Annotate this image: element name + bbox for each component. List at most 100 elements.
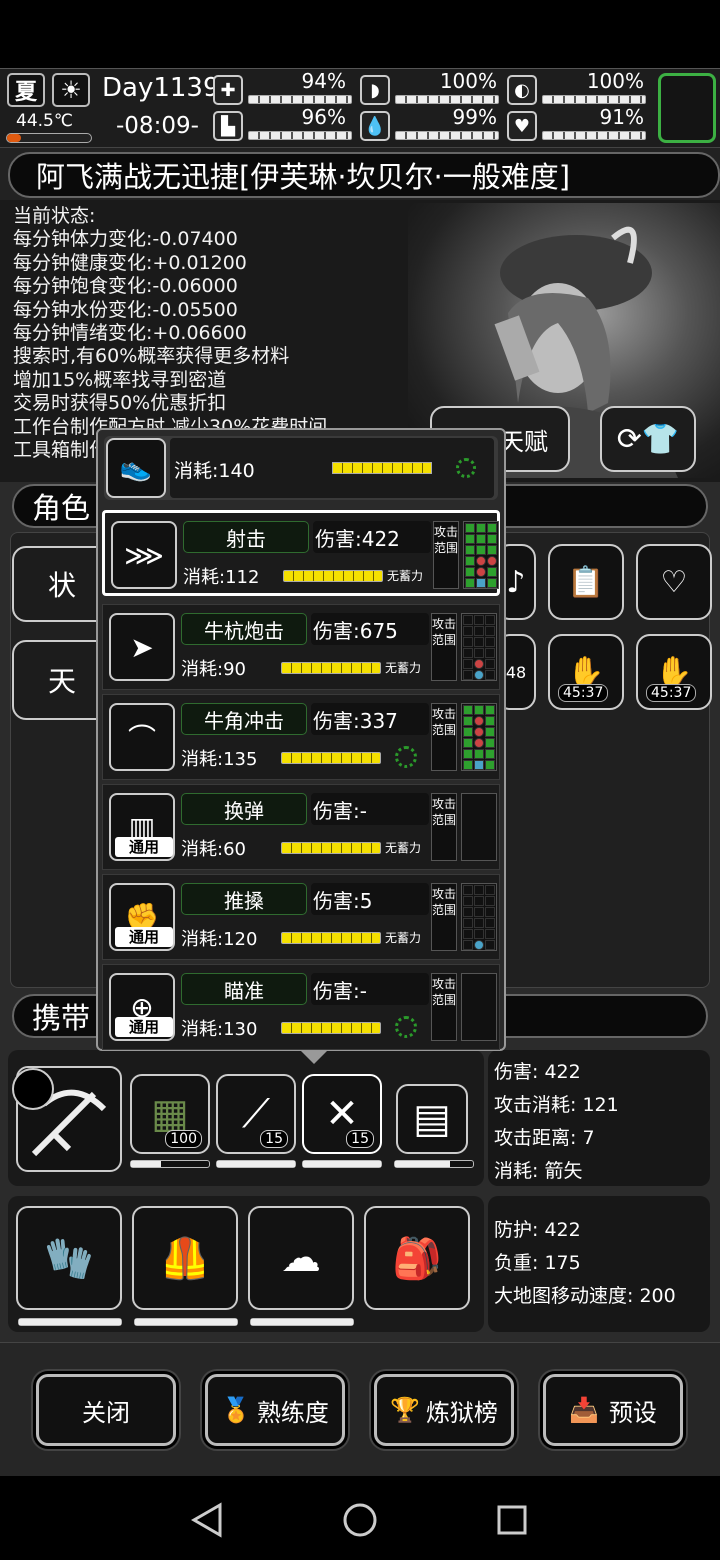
- weapon-attack-range: 攻击距离: 7: [494, 1127, 595, 1149]
- general-tag: 通用: [115, 1017, 173, 1037]
- purgatory-rank-button[interactable]: 🏆 炼狱榜: [374, 1374, 514, 1446]
- range-cell: [463, 940, 473, 950]
- attack-range-grid: [461, 613, 497, 681]
- range-cell: [487, 556, 497, 566]
- gloves-durability: [18, 1318, 122, 1326]
- general-tag: 通用: [115, 927, 173, 947]
- mood-pct: 100%: [586, 69, 644, 93]
- range-cell: [474, 749, 484, 759]
- status-line: 每分钟体力变化:-0.07400: [13, 228, 238, 251]
- back-icon[interactable]: [190, 1502, 224, 1538]
- range-cell: [463, 896, 473, 906]
- status-line: 每分钟饱食变化:-0.06000: [13, 275, 238, 298]
- mood-icon: ◐: [507, 75, 537, 105]
- change-outfit-icon[interactable]: ⟳👕: [600, 406, 696, 472]
- crossbow-slot[interactable]: ✕ 15: [302, 1074, 382, 1154]
- attack-range-label: 攻击范围: [431, 973, 457, 1041]
- heart-bar: [542, 131, 646, 140]
- range-cell: [485, 615, 495, 625]
- range-cell: [463, 907, 473, 917]
- range-cell: [476, 556, 486, 566]
- skill-cost: 消耗:90: [181, 659, 246, 680]
- skill-name: 牛杭炮击: [181, 613, 307, 645]
- attack-range-label: 攻击范围: [431, 793, 457, 861]
- skill-mode-icon[interactable]: [12, 1068, 54, 1110]
- horn-charge-icon: ⌒: [109, 703, 175, 771]
- attack-range-label: 攻击范围: [431, 883, 457, 951]
- preset-button[interactable]: 📥 预设: [543, 1374, 683, 1446]
- range-cell: [485, 738, 495, 748]
- push-icon: ✊ 通用: [109, 883, 175, 951]
- water-bar: [395, 131, 499, 140]
- skill-name: 牛角冲击: [181, 703, 307, 735]
- range-cell: [463, 716, 473, 726]
- range-cell: [487, 523, 497, 533]
- skill-row[interactable]: ⌒ 牛角冲击 伤害:337 消耗:135 攻击范围: [102, 694, 500, 780]
- range-cell: [485, 918, 495, 928]
- range-cell: [476, 567, 486, 577]
- skill-row[interactable]: ⋙ 射击 伤害:422 消耗:112 无蓄力 攻击范围: [102, 510, 500, 596]
- clipboard-pill-icon[interactable]: 📋: [548, 544, 624, 620]
- weapon-attack-cost: 攻击消耗: 121: [494, 1094, 619, 1116]
- skill-row[interactable]: ➤ 牛杭炮击 伤害:675 消耗:90 无蓄力 攻击范围: [102, 604, 500, 690]
- backpack-slot[interactable]: 🎒: [364, 1206, 470, 1310]
- ammo-slot[interactable]: ▦ 100: [130, 1074, 210, 1154]
- skill-row[interactable]: ✊ 通用 推搡 伤害:5 消耗:120 无蓄力 攻击范围: [102, 874, 500, 960]
- temperature: 44.5℃: [16, 111, 73, 131]
- move-row: 👟 消耗:140: [104, 436, 498, 500]
- skill-row[interactable]: ⊕ 通用 瞄准 伤害:- 消耗:130 攻击范围: [102, 964, 500, 1050]
- range-cell: [465, 567, 475, 577]
- range-cell: [485, 896, 495, 906]
- range-cell: [463, 727, 473, 737]
- syringe-slot[interactable]: ⟋ 15: [216, 1074, 296, 1154]
- range-cell: [463, 637, 473, 647]
- close-button[interactable]: 关闭: [36, 1374, 176, 1446]
- no-charge-label: 无蓄力: [385, 841, 422, 855]
- quick-slot-button[interactable]: [658, 73, 716, 143]
- save-title: 阿飞满战无迅捷[伊芙琳·坎贝尔·一般难度]: [8, 152, 720, 198]
- gloves-slot[interactable]: 🧤: [16, 1206, 122, 1310]
- stamina-pct: 96%: [301, 105, 346, 129]
- proficiency-button[interactable]: 🏅 熟练度: [205, 1374, 345, 1446]
- home-icon[interactable]: [342, 1502, 378, 1538]
- range-cell: [463, 705, 473, 715]
- device-icon: ▤: [413, 1096, 451, 1142]
- skill-energy-bar: [281, 662, 381, 674]
- attack-range-label: 攻击范围: [431, 613, 457, 681]
- status-line: 增加15%概率找寻到密道: [13, 368, 227, 391]
- stomach-heart-icon[interactable]: ♡: [636, 544, 712, 620]
- skill-row[interactable]: ▥ 通用 换弹 伤害:- 消耗:60 无蓄力 攻击范围: [102, 784, 500, 870]
- recents-icon[interactable]: [496, 1504, 528, 1536]
- reload-icon: ▥ 通用: [109, 793, 175, 861]
- range-cell: [463, 615, 473, 625]
- range-cell: [474, 637, 484, 647]
- move-energy-bar: [332, 462, 432, 474]
- skill-energy-bar: [283, 570, 383, 582]
- medkit-icon: ✚: [213, 75, 243, 105]
- range-cell: [487, 567, 497, 577]
- armor-slot[interactable]: 🦺: [132, 1206, 238, 1310]
- range-cell: [474, 885, 484, 895]
- skill-damage: 伤害:675: [311, 613, 429, 645]
- armor-defense: 防护: 422: [494, 1219, 581, 1241]
- range-cell: [474, 670, 484, 680]
- range-cell: [485, 626, 495, 636]
- hand-buff-icon[interactable]: ✋ 45:37: [548, 634, 624, 710]
- range-cell: [474, 760, 484, 770]
- range-cell: [474, 648, 484, 658]
- accessory-slot[interactable]: ▤: [396, 1084, 468, 1154]
- hand-buff-icon-2[interactable]: ✋ 45:37: [636, 634, 712, 710]
- range-cell: [474, 626, 484, 636]
- hat-icon: ☁: [281, 1235, 321, 1281]
- range-cell: [474, 716, 484, 726]
- range-cell: [465, 534, 475, 544]
- hat-slot[interactable]: ☁: [248, 1206, 354, 1310]
- status-line: 交易时获得50%优惠折扣: [13, 392, 227, 415]
- footprint-icon: 👟: [106, 438, 166, 498]
- range-cell: [463, 760, 473, 770]
- ammo-count: 100: [165, 1130, 202, 1148]
- range-cell: [485, 907, 495, 917]
- armor-info-panel: 防护: 422 负重: 175 大地图移动速度: 200: [488, 1196, 710, 1332]
- range-cell: [485, 670, 495, 680]
- heart-icon: ♥: [507, 111, 537, 141]
